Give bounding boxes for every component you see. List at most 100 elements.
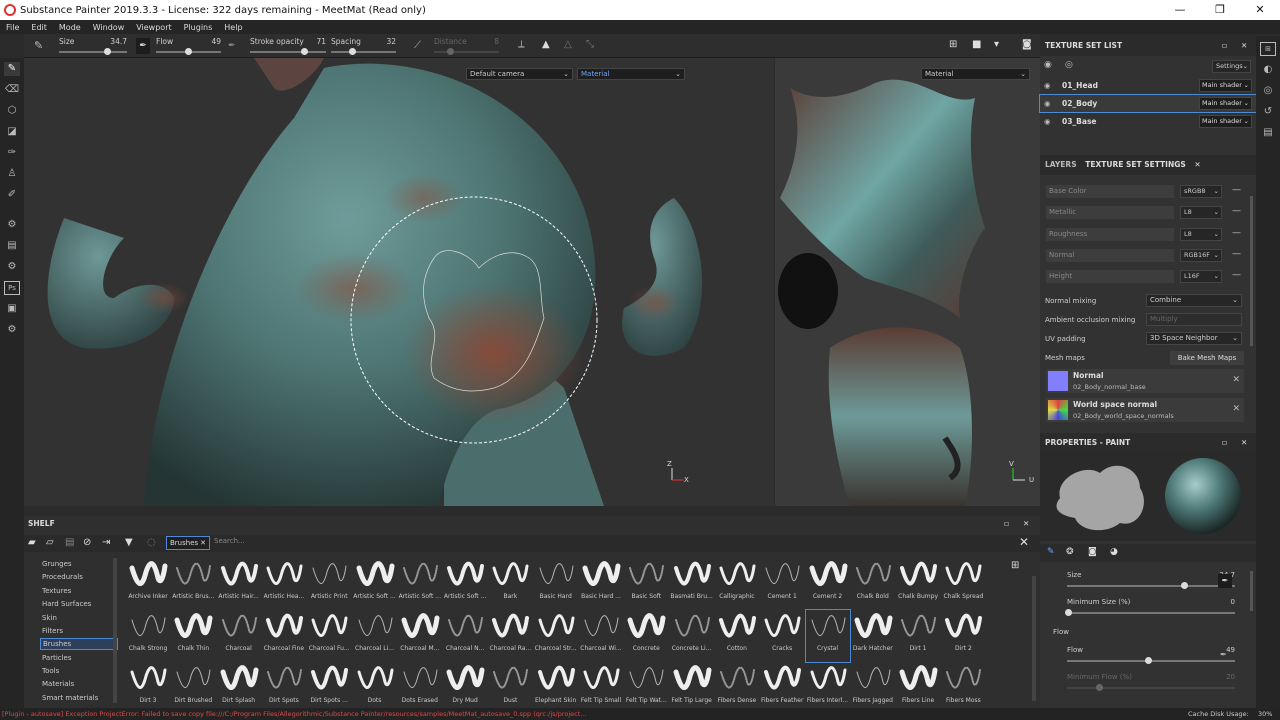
uv-padding-select[interactable]: 3D Space Neighbor ⌄	[1146, 332, 1242, 345]
brush-item[interactable]: Felt Tip Large	[670, 662, 714, 706]
texture-set-row[interactable]: ◉ 03_Base Main shader ⌄	[1040, 113, 1256, 130]
eye-icon[interactable]: ◉	[1044, 113, 1051, 130]
brush-item[interactable]: Artistic Soft ...	[398, 558, 442, 610]
min-flow-slider-thumb[interactable]	[1096, 684, 1103, 691]
brush-item[interactable]: Dirt 1	[896, 610, 940, 662]
ao-mixing-select[interactable]: Multiply	[1146, 313, 1242, 326]
toolbar-stroke-opacity-slider[interactable]: Stroke opacity 71	[250, 36, 326, 56]
settings-icon[interactable]: ⚙	[4, 323, 20, 337]
brush-item[interactable]: Charcoal Li...	[353, 610, 397, 662]
fill-icon[interactable]: ⚙	[4, 260, 20, 274]
bake-mesh-maps-button[interactable]: Bake Mesh Maps	[1170, 351, 1244, 365]
properties-flow-slider[interactable]: Flow 49	[1065, 646, 1235, 668]
eraser-icon[interactable]: ⌫	[4, 83, 20, 97]
brush-item[interactable]: Dirt Spots ...	[307, 662, 351, 706]
filter-icon[interactable]: ▼	[125, 537, 133, 548]
pen-pressure-flow-icon[interactable]: ✒	[1220, 650, 1227, 659]
brush-item[interactable]: Artistic Print	[307, 558, 351, 610]
flow-slider-thumb[interactable]	[184, 48, 192, 55]
shader-settings-icon[interactable]: ◎	[1260, 84, 1276, 98]
refresh-icon[interactable]: ◌	[147, 537, 156, 548]
brush-item[interactable]: Charcoal Fine	[262, 610, 306, 662]
brush-item[interactable]: Artistic Soft ...	[353, 558, 397, 610]
remove-channel-button[interactable]: —	[1232, 270, 1241, 281]
normal-mixing-select[interactable]: Combine ⌄	[1146, 294, 1242, 307]
menu-help[interactable]: Help	[218, 23, 248, 32]
category-item[interactable]: Particles	[40, 652, 118, 664]
brush-item[interactable]: Felt Tip Small	[579, 662, 623, 706]
toolbar-spacing-slider[interactable]: Spacing 32	[331, 36, 396, 56]
clone-stamp-icon[interactable]: ♙	[4, 167, 20, 181]
brush-item[interactable]: Basic Soft	[624, 558, 668, 610]
mesh-map-world-space-normal[interactable]: World space normal 02_Body_world_space_n…	[1046, 398, 1244, 422]
bake-icon[interactable]: ⚙	[4, 218, 20, 232]
texture-set-row[interactable]: ◉ 01_Head Main shader ⌄	[1040, 77, 1256, 94]
remove-channel-button[interactable]: —	[1232, 206, 1241, 217]
brush-item[interactable]: Artistic Soft ...	[443, 558, 487, 610]
brush-item[interactable]: Charcoal Wi...	[579, 610, 623, 662]
brush-item[interactable]: Chalk Bumpy	[896, 558, 940, 610]
distance-slider-thumb[interactable]	[447, 48, 455, 55]
close-icon[interactable]: ✕	[1194, 160, 1200, 169]
filter-tag[interactable]: Brushes ✕	[166, 536, 210, 550]
category-item-brushes[interactable]: Brushes	[40, 638, 118, 650]
menu-edit[interactable]: Edit	[25, 23, 53, 32]
projection-icon[interactable]: ⬡	[4, 104, 20, 118]
toolbar-flow-slider[interactable]: Flow 49	[156, 36, 221, 56]
brush-item[interactable]: Cracks	[760, 610, 804, 662]
color-picker-icon[interactable]: ✐	[4, 188, 20, 202]
close-icon[interactable]: ✕	[1241, 36, 1247, 56]
viewport2d-channel-select[interactable]: Material ⌄	[921, 68, 1030, 80]
min-size-slider-thumb[interactable]	[1065, 609, 1072, 616]
symmetry-radial-icon[interactable]: ⤡	[586, 39, 594, 50]
menu-plugins[interactable]: Plugins	[178, 23, 219, 32]
shelf-search-input[interactable]: Search...	[214, 537, 245, 545]
settings-scrollbar[interactable]	[1250, 196, 1253, 346]
display-settings-icon[interactable]: ▾	[994, 39, 999, 50]
brush-item[interactable]: Dirt Brushed	[171, 662, 215, 706]
menu-window[interactable]: Window	[87, 23, 131, 32]
remove-channel-button[interactable]: —	[1232, 228, 1241, 239]
properties-min-size-slider[interactable]: Minimum Size (%) 0	[1065, 598, 1235, 620]
brush-item[interactable]: Fibers Dense	[715, 662, 759, 706]
brush-item[interactable]: Cement 2	[806, 558, 850, 610]
screenshot-camera-icon[interactable]: ◙	[1022, 39, 1032, 50]
shader-select[interactable]: Main shader ⌄	[1199, 79, 1252, 92]
brush-item[interactable]: Concrete	[624, 610, 668, 662]
category-item[interactable]: Procedurals	[40, 571, 118, 583]
paint-brush-icon[interactable]: ✎	[4, 62, 20, 76]
channel-format-select[interactable]: L16F ⌄	[1180, 270, 1222, 283]
brush-item[interactable]: Fibers Moss	[941, 662, 985, 706]
categories-scrollbar[interactable]	[113, 558, 117, 703]
stroke-opacity-slider-thumb[interactable]	[300, 48, 308, 55]
display-settings-icon[interactable]: ◐	[1260, 63, 1276, 77]
brush-item[interactable]: Chalk Strong	[126, 610, 170, 662]
grid-view-icon[interactable]: ⊞	[1011, 560, 1019, 571]
close-icon[interactable]: ✕	[1241, 433, 1247, 453]
category-item[interactable]: Filters	[40, 625, 118, 637]
brush-item[interactable]: Charcoal	[217, 610, 261, 662]
pen-pressure-flow-icon[interactable]: ✒	[228, 41, 236, 51]
alpha-tab-icon[interactable]: ❂	[1066, 547, 1074, 557]
brush-item[interactable]: Fibers Feather	[760, 662, 804, 706]
brush-item[interactable]: Charcoal Str...	[534, 610, 578, 662]
brush-item[interactable]: Charcoal N...	[443, 610, 487, 662]
category-item[interactable]: Smart materials	[40, 692, 118, 704]
symmetry-axis-icon[interactable]: △	[564, 39, 572, 50]
undock-icon[interactable]: ▫	[1004, 516, 1009, 532]
menu-mode[interactable]: Mode	[53, 23, 87, 32]
close-window-button[interactable]: ✕	[1240, 0, 1280, 20]
brush-item[interactable]: Bark	[488, 558, 532, 610]
photoshop-export-icon[interactable]: Ps	[4, 281, 20, 295]
brush-item[interactable]: Concrete Li...	[670, 610, 714, 662]
channel-format-select[interactable]: L8 ⌄	[1180, 206, 1222, 219]
undock-icon[interactable]: ▫	[1222, 36, 1227, 56]
eye-icon[interactable]: ◉	[1044, 77, 1051, 94]
texture-set-list-icon[interactable]: ⊞	[1260, 42, 1276, 56]
spacing-slider-thumb[interactable]	[348, 48, 356, 55]
smudge-icon[interactable]: ✑	[4, 146, 20, 160]
pen-pressure-size-icon[interactable]: ✒	[136, 38, 150, 54]
brush-item[interactable]: Dirt 2	[941, 610, 985, 662]
brush-item[interactable]: Cement 1	[760, 558, 804, 610]
size-slider-thumb[interactable]	[1181, 582, 1188, 589]
